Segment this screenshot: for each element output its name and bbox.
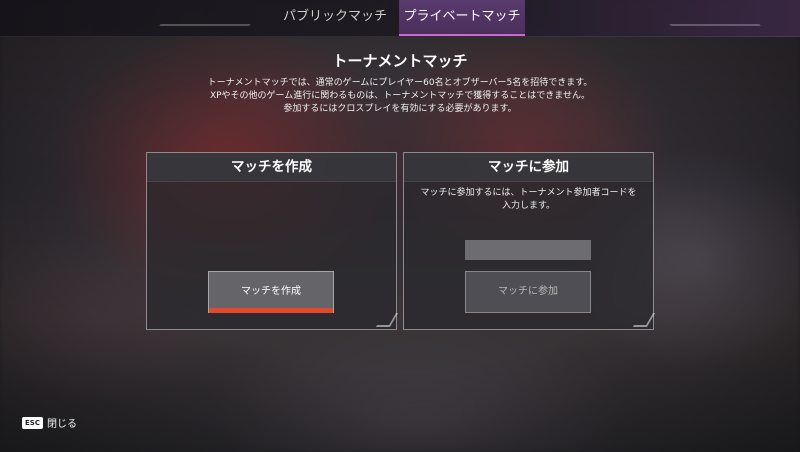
tournament-description: トーナメントマッチでは、通常のゲームにプレイヤー60名とオブザーバー5名を招待で…	[0, 77, 800, 116]
instruction-line: マッチに参加するには、トーナメント参加者コードを	[420, 188, 637, 198]
instruction-line: 入力します。	[501, 201, 556, 211]
create-match-panel-title: マッチを作成	[147, 153, 396, 182]
tab-bar-decoration-left	[159, 0, 271, 26]
tournament-header: トーナメントマッチ トーナメントマッチでは、通常のゲームにプレイヤー60名とオブ…	[0, 50, 800, 116]
participant-code-input[interactable]	[465, 240, 591, 260]
join-match-panel-title: マッチに参加	[404, 153, 653, 182]
panel-corner-decoration	[632, 313, 656, 327]
create-match-button-label: マッチを作成	[241, 286, 301, 297]
join-match-panel: マッチに参加 マッチに参加するには、トーナメント参加者コードを 入力します。 マ…	[403, 152, 656, 330]
create-match-panel: マッチを作成 マッチを作成	[146, 152, 399, 330]
panel-corner-decoration	[375, 313, 399, 327]
description-line: 参加するにはクロスプレイを有効にする必要があります。	[283, 104, 517, 114]
page-title: トーナメントマッチ	[332, 52, 468, 70]
create-match-button[interactable]: マッチを作成	[208, 271, 334, 313]
description-line: トーナメントマッチでは、通常のゲームにプレイヤー60名とオブザーバー5名を招待で…	[207, 78, 593, 88]
button-accent-bar	[209, 308, 333, 313]
top-tab-bar: パブリックマッチ プライベートマッチ	[0, 0, 800, 37]
join-match-instructions: マッチに参加するには、トーナメント参加者コードを 入力します。	[404, 187, 653, 213]
join-match-button[interactable]: マッチに参加	[465, 271, 591, 313]
close-label: 閉じる	[46, 419, 77, 430]
tab-private-match[interactable]: プライベートマッチ	[399, 0, 525, 36]
tab-bar-decoration-right	[649, 0, 761, 26]
description-line: XPやその他のゲーム進行に関わるものは、トーナメントマッチで獲得することはできま…	[209, 91, 591, 101]
close-hint[interactable]: ESC 閉じる	[22, 415, 77, 430]
esc-key-icon: ESC	[22, 416, 43, 429]
join-match-button-label: マッチに参加	[498, 286, 558, 297]
tab-public-match[interactable]: パブリックマッチ	[275, 0, 395, 34]
